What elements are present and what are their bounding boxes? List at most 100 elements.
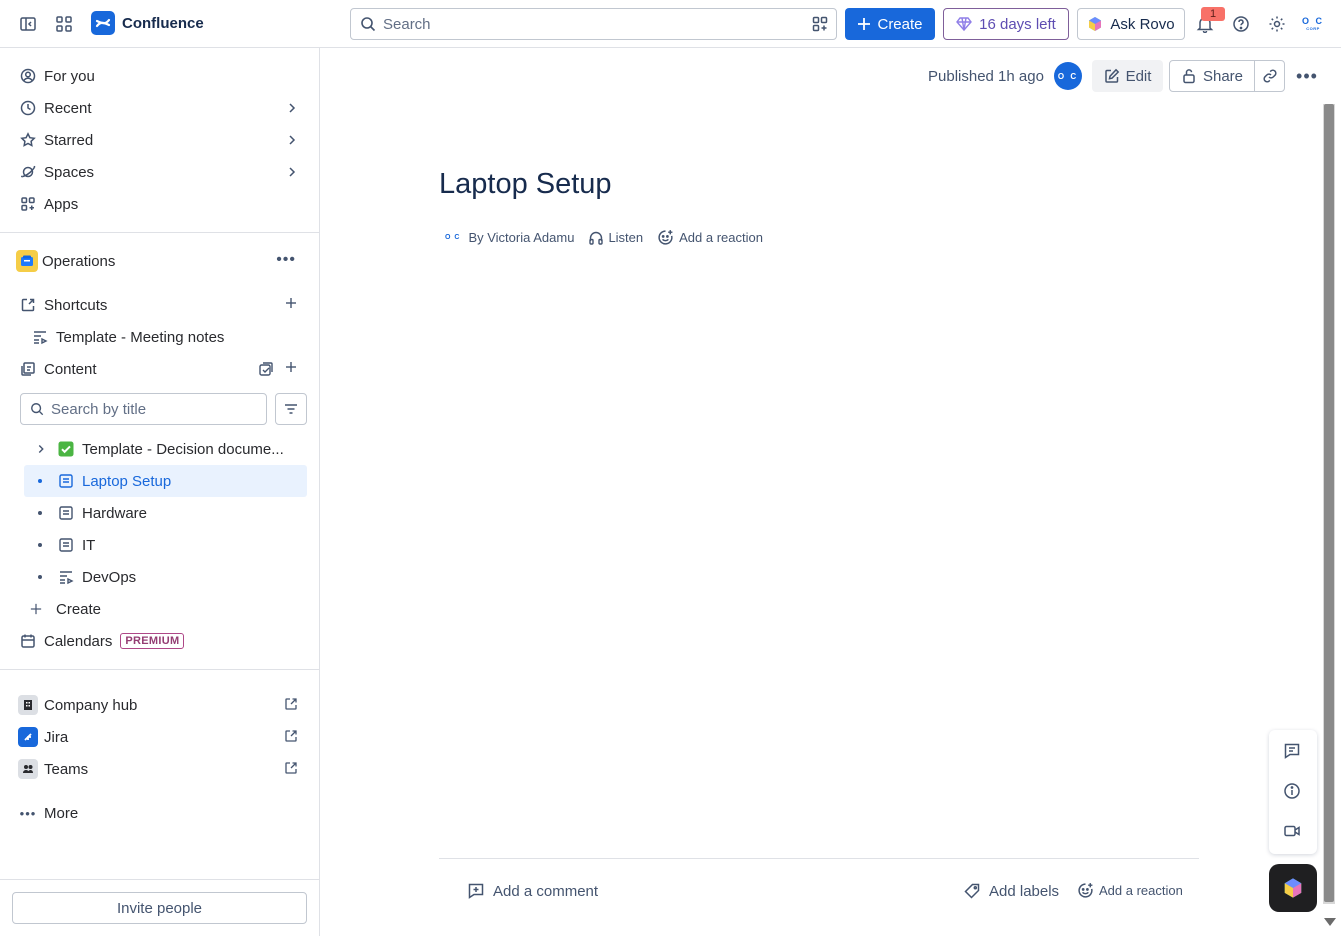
tree-item-label: IT xyxy=(82,537,96,554)
app-switcher-icon[interactable] xyxy=(52,12,76,36)
help-icon[interactable] xyxy=(1229,12,1253,36)
comments-icon[interactable] xyxy=(1283,742,1303,762)
sidebar-item-recent[interactable]: Recent xyxy=(8,92,308,124)
footer-add-reaction-button[interactable]: Add a reaction xyxy=(1077,882,1183,899)
space-name: Operations xyxy=(42,252,116,270)
published-status: Published 1h ago xyxy=(928,68,1044,85)
filter-button[interactable] xyxy=(275,393,307,425)
tree-item-it[interactable]: IT xyxy=(24,529,307,561)
trial-days-button[interactable]: 16 days left xyxy=(943,8,1069,40)
chevron-right-icon[interactable] xyxy=(284,164,300,180)
bullet-icon xyxy=(38,511,42,515)
create-button-label: Create xyxy=(877,15,923,33)
tree-item-label: Laptop Setup xyxy=(82,473,172,490)
author-name[interactable]: By Victoria Adamu xyxy=(468,230,574,245)
add-comment-icon xyxy=(468,883,484,899)
more-actions-icon[interactable]: ••• xyxy=(276,251,296,269)
sidebar-item-label: Recent xyxy=(44,99,92,117)
chevron-right-icon[interactable] xyxy=(284,132,300,148)
footer-add-reaction-label: Add a reaction xyxy=(1099,883,1183,898)
add-comment-label: Add a comment xyxy=(493,882,599,900)
sidebar-item-apps[interactable]: Apps xyxy=(8,188,308,220)
add-content-icon[interactable] xyxy=(284,360,298,374)
sidebar-item-calendars[interactable]: Calendars PREMIUM xyxy=(8,625,308,657)
teams-icon xyxy=(18,759,38,779)
sidebar-item-label: Apps xyxy=(44,195,79,213)
more-actions-icon[interactable]: ••• xyxy=(1295,60,1319,92)
sidebar-item-content[interactable]: Content xyxy=(8,353,308,385)
search-by-title-input[interactable]: Search by title xyxy=(20,393,267,425)
tree-item-label: DevOps xyxy=(82,569,137,586)
sidebar-item-label: For you xyxy=(44,67,95,85)
sidebar-app-teams[interactable]: Teams xyxy=(8,753,308,785)
add-shortcut-icon[interactable] xyxy=(284,296,298,310)
search-filter-icon[interactable] xyxy=(812,16,828,32)
sidebar-app-company-hub[interactable]: Company hub xyxy=(8,689,308,721)
edit-button[interactable]: Edit xyxy=(1092,60,1163,92)
headphones-icon xyxy=(589,231,604,245)
scroll-down-arrow-icon[interactable] xyxy=(1324,918,1336,926)
add-comment-button[interactable]: Add a comment xyxy=(467,882,598,900)
sidebar-item-label: Spaces xyxy=(44,163,95,181)
sidebar-item-label: Starred xyxy=(44,131,94,149)
scrollbar-thumb[interactable] xyxy=(1324,104,1334,902)
rovo-chat-button[interactable] xyxy=(1269,864,1317,912)
tree-item-decision-template[interactable]: Template - Decision docume... xyxy=(24,433,307,465)
shortcut-item[interactable]: Template - Meeting notes xyxy=(8,321,308,353)
ask-rovo-button[interactable]: Ask Rovo xyxy=(1077,8,1185,40)
bulk-edit-icon[interactable] xyxy=(258,361,274,377)
rovo-icon xyxy=(1284,878,1302,898)
copy-link-button[interactable] xyxy=(1254,60,1285,92)
confluence-logo[interactable]: Confluence xyxy=(91,11,204,35)
owner-avatar[interactable]: O C xyxy=(1054,62,1082,90)
sidebar-app-jira[interactable]: Jira xyxy=(8,721,308,753)
profile-avatar-sub: CORP xyxy=(1306,26,1320,31)
page-icon xyxy=(58,505,74,521)
bullet-icon xyxy=(38,575,42,579)
space-header-operations[interactable]: Operations ••• xyxy=(8,245,308,277)
create-button[interactable]: Create xyxy=(845,8,935,40)
add-reaction-button[interactable]: Add a reaction xyxy=(679,230,763,245)
trial-days-label: 16 days left xyxy=(979,15,1056,33)
page-icon xyxy=(58,537,74,553)
info-icon[interactable] xyxy=(1283,782,1303,802)
sidebar-toggle-icon[interactable] xyxy=(16,12,40,36)
tree-item-laptop-setup[interactable]: Laptop Setup xyxy=(24,465,307,497)
shortcut-icon xyxy=(16,293,40,317)
sidebar-item-shortcuts[interactable]: Shortcuts xyxy=(8,289,308,321)
tree-item-hardware[interactable]: Hardware xyxy=(24,497,307,529)
add-reaction-icon xyxy=(1078,883,1093,898)
invite-people-button[interactable]: Invite people xyxy=(12,892,307,924)
unlock-icon xyxy=(1183,69,1195,84)
bullet-icon xyxy=(38,479,42,483)
global-search-input[interactable]: Search xyxy=(350,8,837,40)
external-link-icon[interactable] xyxy=(284,697,298,711)
tree-item-devops[interactable]: DevOps xyxy=(24,561,307,593)
video-icon[interactable] xyxy=(1283,822,1303,842)
external-link-icon[interactable] xyxy=(284,761,298,775)
listen-button[interactable]: Listen xyxy=(608,230,643,245)
template-icon xyxy=(28,325,52,349)
share-button-label: Share xyxy=(1202,67,1244,85)
building-icon xyxy=(18,695,38,715)
share-button[interactable]: Share xyxy=(1169,60,1255,92)
sidebar-item-more[interactable]: ••• More xyxy=(8,797,308,829)
tree-item-label: Template - Decision docume... xyxy=(82,441,284,458)
add-labels-button[interactable]: Add labels xyxy=(963,882,1059,900)
page-icon xyxy=(58,473,74,489)
external-link-icon[interactable] xyxy=(284,729,298,743)
space-icon xyxy=(16,250,38,272)
chevron-right-icon[interactable] xyxy=(34,442,48,456)
side-tools-panel xyxy=(1269,730,1317,854)
sidebar-item-for-you[interactable]: For you xyxy=(8,60,308,92)
filter-icon xyxy=(285,404,297,414)
profile-avatar[interactable]: O C CORP xyxy=(1300,13,1326,35)
sidebar-item-spaces[interactable]: Spaces xyxy=(8,156,308,188)
gear-icon[interactable] xyxy=(1265,12,1289,36)
chevron-right-icon[interactable] xyxy=(284,100,300,116)
template-icon xyxy=(58,569,74,585)
jira-icon xyxy=(18,727,38,747)
page-title: Laptop Setup xyxy=(439,168,612,200)
create-content-item[interactable]: Create xyxy=(8,593,308,625)
sidebar-item-starred[interactable]: Starred xyxy=(8,124,308,156)
